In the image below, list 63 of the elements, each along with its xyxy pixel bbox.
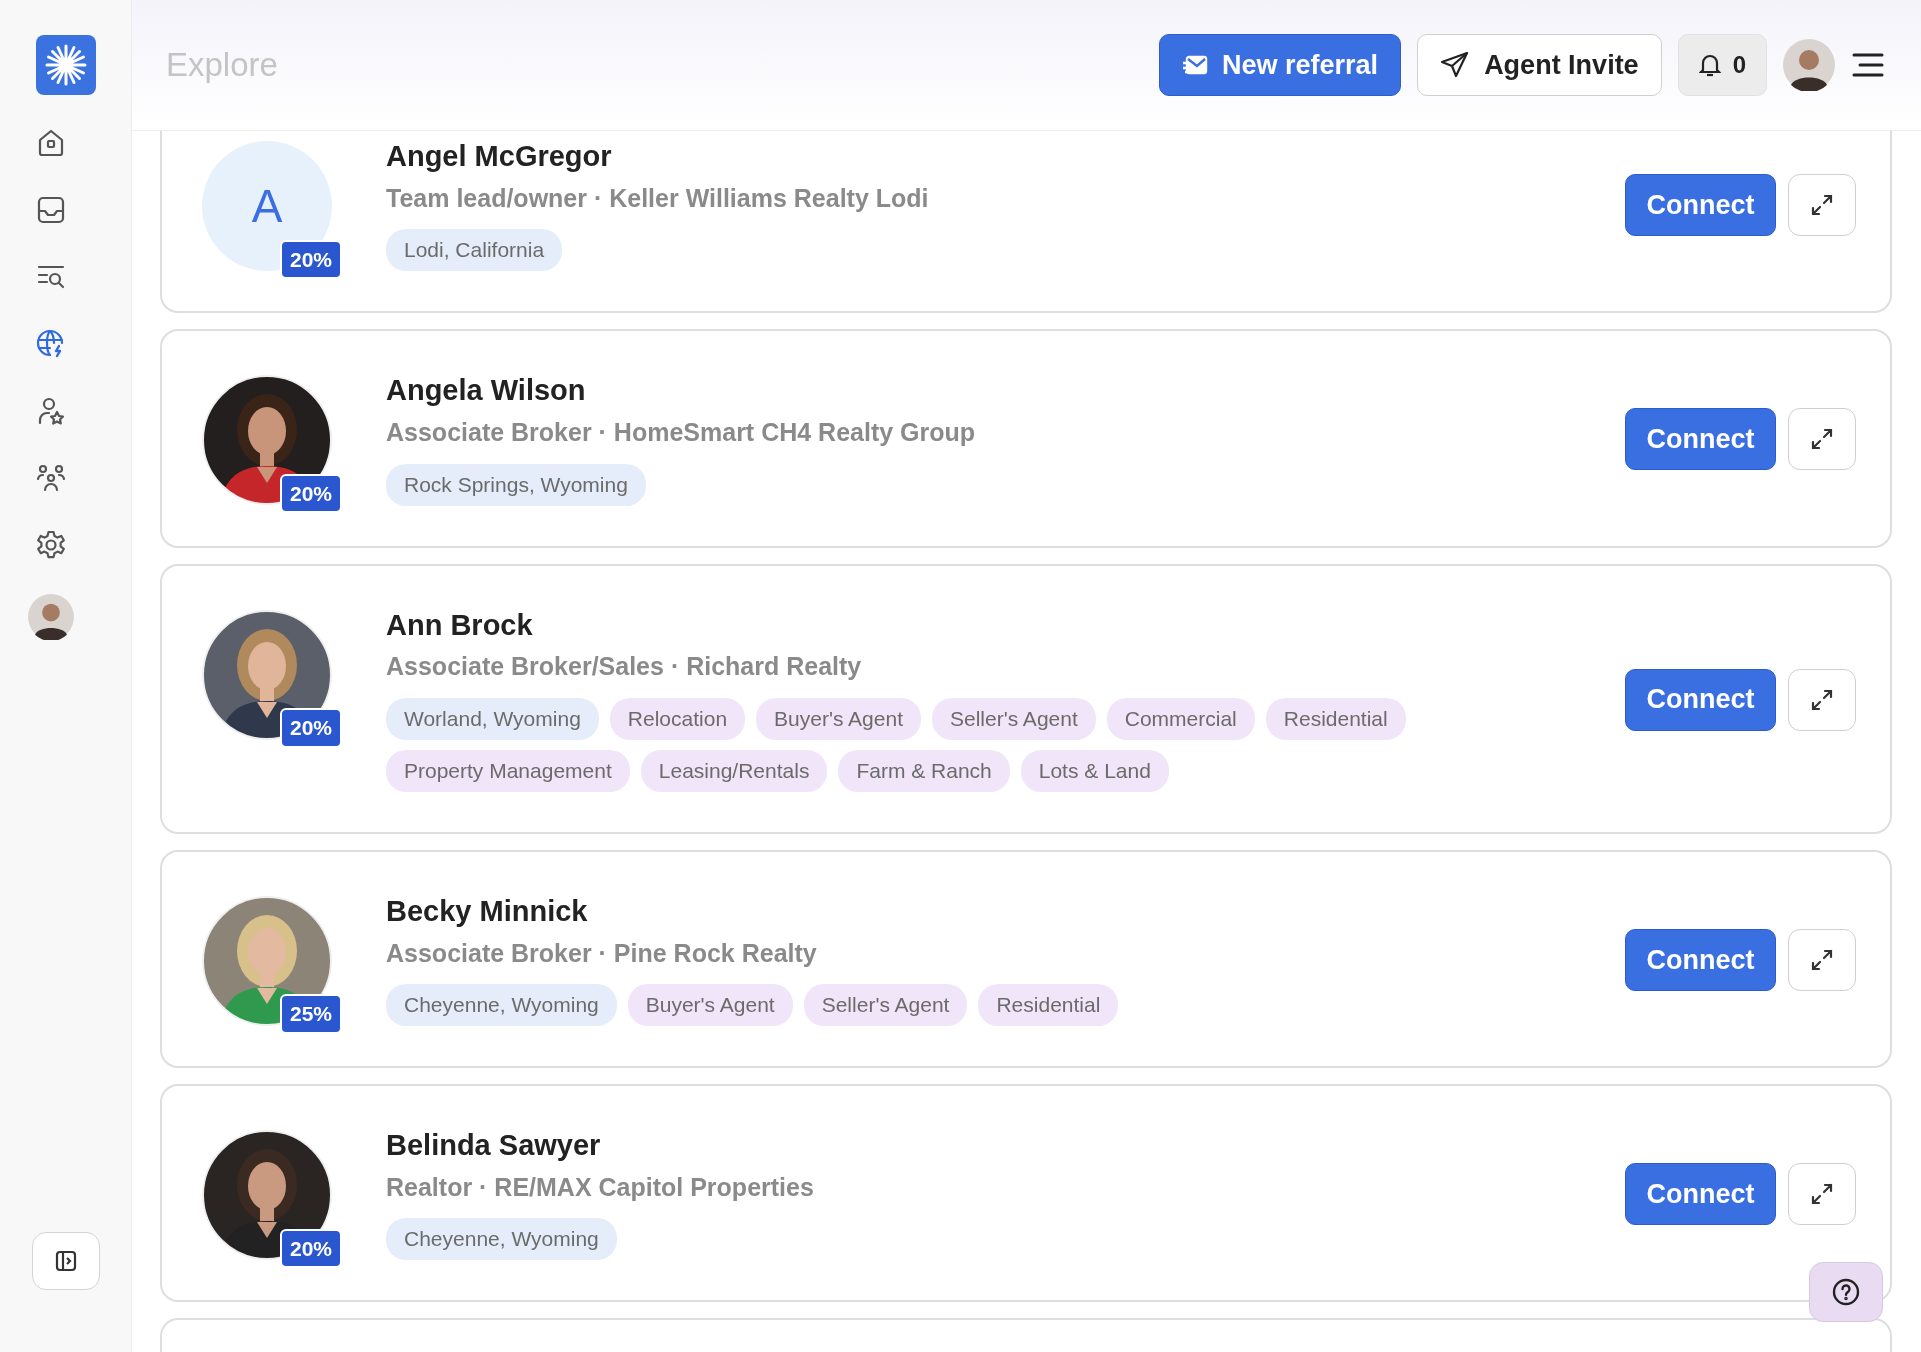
starburst-icon xyxy=(43,43,88,87)
expand-button[interactable] xyxy=(1788,408,1856,471)
connect-button[interactable]: Connect xyxy=(1625,408,1776,471)
bell-icon xyxy=(1698,52,1721,78)
agent-role: Associate Broker · Pine Rock Realty xyxy=(386,937,818,969)
specialty-tag: Seller's Agent xyxy=(803,984,968,1027)
specialty-tag: Leasing/Rentals xyxy=(640,749,828,792)
help-button[interactable] xyxy=(1809,1262,1883,1322)
agent-name: Angel McGregor xyxy=(386,139,613,174)
expand-icon xyxy=(1810,193,1834,218)
specialty-tag: Property Management xyxy=(386,749,630,792)
agent-role: Associate Broker/Sales · Richard Realty xyxy=(386,651,863,683)
question-icon xyxy=(1831,1277,1861,1307)
expand-button[interactable] xyxy=(1788,1163,1856,1226)
connect-button[interactable]: Connect xyxy=(1625,668,1776,731)
percent-badge: 20% xyxy=(279,708,342,748)
paper-plane-icon xyxy=(1440,51,1471,79)
location-tag: Cheyenne, Wyoming xyxy=(386,984,617,1027)
percent-badge: 25% xyxy=(279,994,342,1034)
agent-role: Associate Broker · HomeSmart CH4 Realty Group xyxy=(386,417,977,449)
specialty-tag: Commercial xyxy=(1106,697,1255,740)
location-tag: Rock Springs, Wyoming xyxy=(386,463,646,506)
expand-button[interactable] xyxy=(1788,174,1856,237)
sidebar-panel-icon xyxy=(54,1250,77,1272)
expand-icon xyxy=(1810,948,1834,973)
agent-name: Becky Minnick xyxy=(386,893,589,929)
envelope-icon xyxy=(1182,53,1209,77)
connect-button[interactable]: Connect xyxy=(1625,1163,1776,1226)
percent-badge: 20% xyxy=(279,239,342,279)
agent-invite-button[interactable]: Agent Invite xyxy=(1417,34,1662,96)
expand-icon xyxy=(1810,427,1834,452)
specialty-tag: Lots & Land xyxy=(1020,749,1169,792)
expand-icon xyxy=(1810,687,1834,712)
agent-name: Belinda Sawyer xyxy=(386,1128,602,1163)
expand-button[interactable] xyxy=(1788,929,1856,992)
agent-role: Team lead/owner · Keller Williams Realty Lodi xyxy=(386,182,930,214)
location-tag: Worland, Wyoming xyxy=(386,697,599,740)
connect-button[interactable]: Connect xyxy=(1625,929,1776,992)
user-avatar[interactable] xyxy=(1783,39,1835,91)
menu-icon[interactable] xyxy=(1851,51,1885,79)
page-title: Explore xyxy=(166,45,278,85)
location-tag: Lodi, California xyxy=(386,229,563,272)
expand-button[interactable] xyxy=(1788,668,1856,731)
percent-badge: 20% xyxy=(279,1228,342,1269)
specialty-tag: Seller's Agent xyxy=(932,697,1096,740)
expand-icon xyxy=(1810,1182,1834,1207)
notifications-button[interactable]: 0 xyxy=(1677,34,1767,96)
new-referral-button[interactable]: New referral xyxy=(1159,34,1402,96)
specialty-tag: Farm & Ranch xyxy=(838,749,1010,792)
specialty-tag: Buyer's Agent xyxy=(627,984,793,1027)
connect-button[interactable]: Connect xyxy=(1625,174,1776,237)
sidebar-toggle-button[interactable] xyxy=(31,1232,100,1290)
agent-name: Angela Wilson xyxy=(386,373,587,409)
percent-badge: 20% xyxy=(279,473,342,514)
agent-name: Ann Brock xyxy=(386,607,534,643)
specialty-tag: Residential xyxy=(1265,697,1406,740)
app-logo[interactable] xyxy=(35,35,96,95)
location-tag: Cheyenne, Wyoming xyxy=(386,1218,617,1261)
specialty-tag: Residential xyxy=(978,984,1119,1027)
agent-role: Realtor · RE/MAX Capitol Properties xyxy=(386,1172,815,1203)
specialty-tag: Buyer's Agent xyxy=(756,697,921,740)
user-avatar[interactable] xyxy=(28,594,74,640)
specialty-tag: Relocation xyxy=(609,697,746,740)
